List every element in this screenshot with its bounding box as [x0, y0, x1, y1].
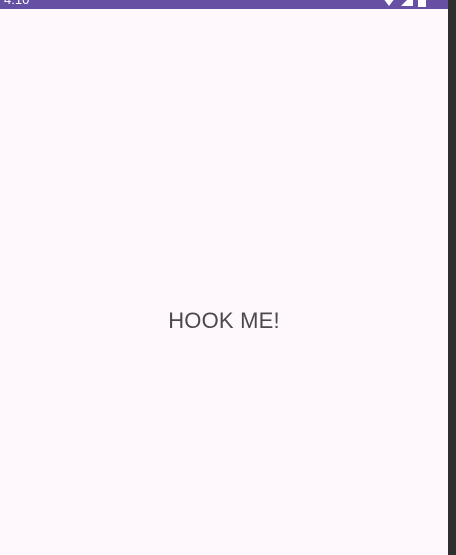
- status-bar: 4:10: [0, 0, 448, 9]
- wifi-icon: [382, 0, 396, 8]
- status-time: 4:10: [4, 0, 29, 8]
- signal-icon: [401, 0, 413, 8]
- app-screen: 4:10 HOOK ME!: [0, 0, 448, 555]
- battery-icon: [418, 0, 426, 8]
- screen-edge: [448, 0, 456, 555]
- status-icons: [382, 0, 426, 8]
- hook-me-label: HOOK ME!: [168, 308, 280, 333]
